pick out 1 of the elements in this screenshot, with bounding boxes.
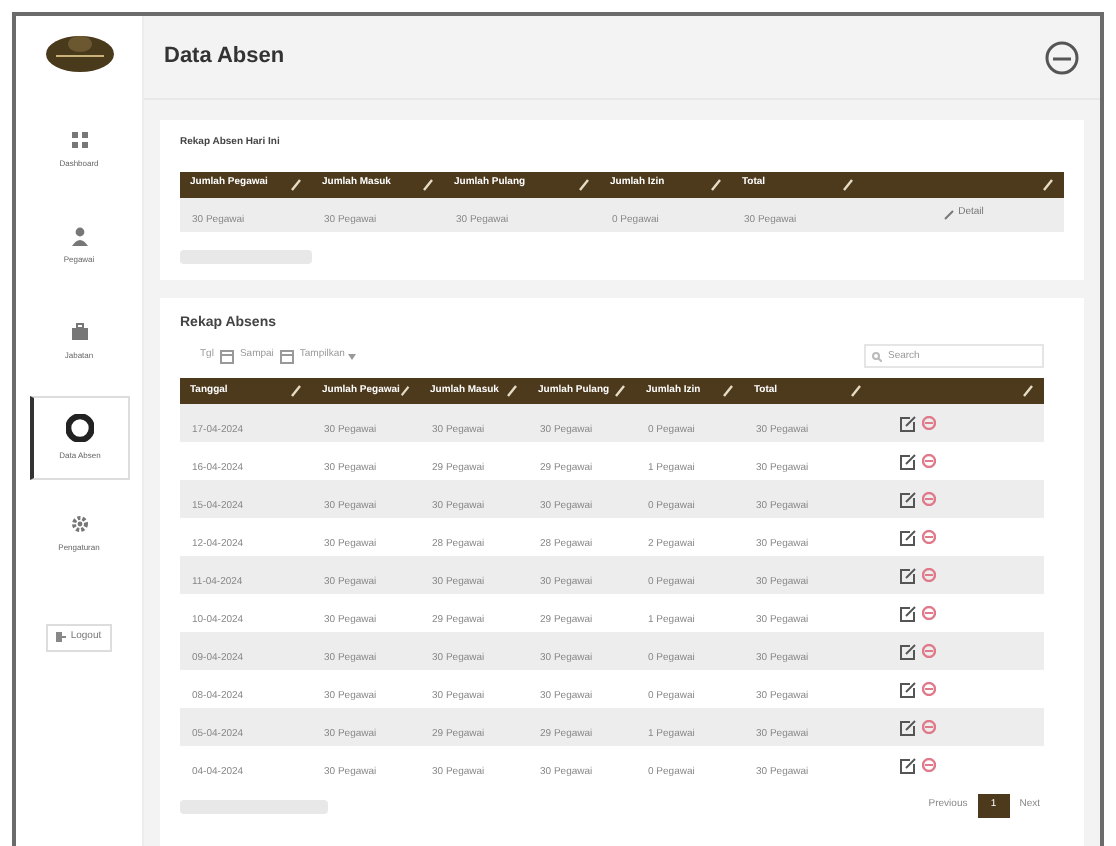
page-title: Data Absen [164, 42, 285, 73]
